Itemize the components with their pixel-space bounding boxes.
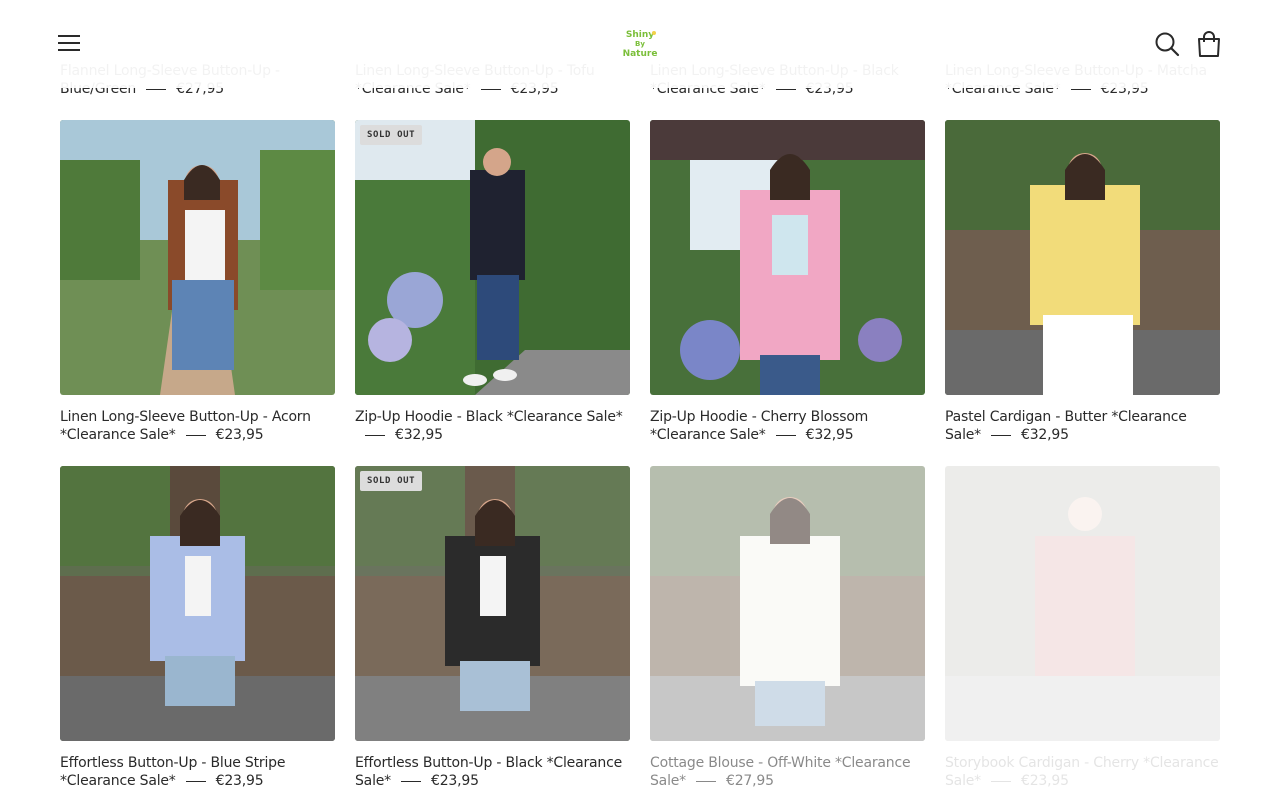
price-divider <box>695 780 716 782</box>
product-price: €32,95 <box>395 427 443 443</box>
product-image[interactable] <box>945 466 1220 741</box>
product-image[interactable]: SOLD OUT <box>355 120 630 395</box>
sold-out-badge: SOLD OUT <box>360 471 423 491</box>
product-card[interactable]: Cottage Blouse - Off-White *Clearance Sa… <box>650 466 925 790</box>
price-divider <box>185 434 206 436</box>
price-divider <box>480 88 501 90</box>
product-info: Zip-Up Hoodie - Cherry Blossom *Clearanc… <box>650 408 925 444</box>
price-divider <box>1070 88 1091 90</box>
price-divider <box>990 780 1011 782</box>
price-divider <box>775 88 796 90</box>
price-divider <box>775 434 796 436</box>
product-price: €23,95 <box>215 773 264 789</box>
price-divider <box>400 780 421 782</box>
product-info: Linen Long-Sleeve Button-Up - Acorn *Cle… <box>60 408 335 444</box>
product-price: €27,95 <box>725 773 774 789</box>
product-title[interactable]: Linen Long-Sleeve Button-Up - Acorn *Cle… <box>60 409 311 443</box>
search-icon[interactable] <box>1154 31 1180 57</box>
product-price: €23,95 <box>430 773 479 789</box>
price-divider <box>185 780 206 782</box>
product-info: Pastel Cardigan - Butter *Clearance Sale… <box>945 408 1220 444</box>
product-card[interactable]: Storybook Cardigan - Cherry *Clearance S… <box>945 466 1220 790</box>
shiny-by-nature-logo[interactable]: Shiny By Nature <box>620 26 660 58</box>
product-info: Effortless Button-Up - Black *Clearance … <box>355 754 630 790</box>
product-card[interactable]: Linen Long-Sleeve Button-Up - Acorn *Cle… <box>60 120 335 444</box>
svg-text:Shiny: Shiny <box>626 30 654 40</box>
product-info: Effortless Button-Up - Blue Stripe *Clea… <box>60 754 335 790</box>
product-image[interactable] <box>650 466 925 741</box>
product-image[interactable] <box>60 120 335 395</box>
svg-text:Nature: Nature <box>623 49 658 58</box>
svg-text:By: By <box>635 40 645 48</box>
product-card[interactable]: Zip-Up Hoodie - Cherry Blossom *Clearanc… <box>650 120 925 444</box>
sold-out-badge: SOLD OUT <box>360 125 423 145</box>
product-title[interactable]: Zip-Up Hoodie - Black *Clearance Sale* <box>355 409 623 425</box>
product-image[interactable] <box>650 120 925 395</box>
product-title[interactable]: Effortless Button-Up - Black *Clearance … <box>355 755 622 789</box>
product-price: €32,95 <box>1020 427 1069 443</box>
price-divider <box>365 434 385 436</box>
product-title[interactable]: Storybook Cardigan - Cherry *Clearance S… <box>945 755 1219 789</box>
product-info: Storybook Cardigan - Cherry *Clearance S… <box>945 754 1220 790</box>
product-card[interactable]: Pastel Cardigan - Butter *Clearance Sale… <box>945 120 1220 444</box>
product-title[interactable]: Cottage Blouse - Off-White *Clearance Sa… <box>650 755 911 789</box>
product-image[interactable] <box>60 466 335 741</box>
product-image[interactable]: SOLD OUT <box>355 466 630 741</box>
product-image[interactable] <box>945 120 1220 395</box>
hamburger-menu-icon[interactable] <box>58 33 82 53</box>
product-card[interactable]: Effortless Button-Up - Blue Stripe *Clea… <box>60 466 335 790</box>
product-price: €23,95 <box>215 427 264 443</box>
product-card[interactable]: SOLD OUT Zip-Up Hoodie - Black *Clearanc… <box>355 120 630 444</box>
product-price: €32,95 <box>805 427 854 443</box>
price-divider <box>146 88 167 90</box>
shopping-bag-icon[interactable] <box>1196 30 1222 58</box>
product-price: €23,95 <box>1020 773 1069 789</box>
product-info: Cottage Blouse - Off-White *Clearance Sa… <box>650 754 925 790</box>
product-card[interactable]: SOLD OUT Effortless Button-Up - Black *C… <box>355 466 630 790</box>
price-divider <box>990 434 1011 436</box>
site-header: Shiny By Nature <box>0 0 1280 88</box>
product-info: Zip-Up Hoodie - Black *Clearance Sale* €3… <box>355 408 630 444</box>
